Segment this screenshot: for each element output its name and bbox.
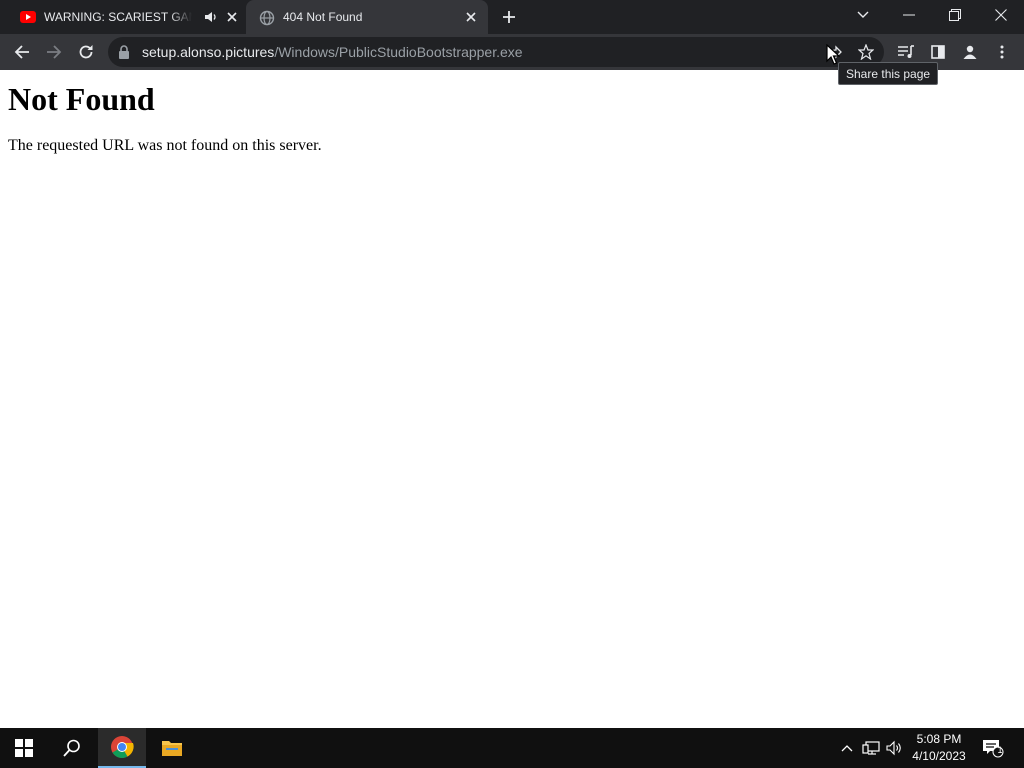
kebab-menu-icon [1000,45,1004,59]
star-icon [858,44,874,60]
new-tab-button[interactable] [498,7,520,27]
taskbar-clock[interactable]: 5:08 PM 4/10/2023 [906,731,972,765]
reload-icon [79,45,93,59]
url-text: setup.alonso.pictures/Windows/PublicStud… [142,44,523,60]
taskbar-file-explorer[interactable] [148,728,196,768]
page-content: Not Found The requested URL was not foun… [0,70,1024,728]
reload-button[interactable] [72,38,100,66]
tab-search-button[interactable] [848,4,878,26]
minimize-button[interactable] [894,4,924,26]
close-icon [995,9,1007,21]
address-bar[interactable]: setup.alonso.pictures/Windows/PublicStud… [108,37,884,67]
tab-404-not-found[interactable]: 404 Not Found [246,0,488,34]
arrow-right-icon [47,45,62,59]
queue-music-icon [898,45,914,58]
lock-icon[interactable] [118,45,132,59]
profile-icon [963,45,977,59]
taskbar: 5:08 PM 4/10/2023 1 [0,728,1024,768]
clock-time: 5:08 PM [916,732,962,746]
search-icon [63,739,80,757]
notification-count: 1 [997,745,1003,755]
chrome-icon [111,736,134,758]
close-icon[interactable] [224,9,240,25]
url-path: /Windows/PublicStudioBootstrapper.exe [274,44,523,60]
windows-logo-icon [15,739,33,757]
arrow-left-icon [14,45,29,59]
restore-icon [949,9,961,21]
taskbar-chrome[interactable] [98,728,146,768]
back-button[interactable] [8,38,36,66]
network-button[interactable] [862,740,880,756]
url-host: setup.alonso.pictures [142,44,275,60]
page-heading: Not Found [8,81,155,117]
chevron-down-icon [857,11,869,18]
tab-youtube[interactable]: WARNING: SCARIEST GAME [0,0,246,34]
clock-date: 4/10/2023 [912,749,966,763]
tab-strip: WARNING: SCARIEST GAME 404 Not Found [0,0,1024,34]
network-icon [862,741,880,755]
volume-icon [886,740,901,756]
close-icon[interactable] [463,9,479,25]
minimize-icon [903,14,915,16]
start-button[interactable] [0,728,48,768]
share-tooltip: Share this page [838,62,939,85]
mouse-cursor-icon [826,44,840,65]
speaker-icon[interactable] [204,10,218,24]
forward-button[interactable] [40,38,68,66]
side-panel-icon [931,45,945,59]
tab-title: 404 Not Found [283,10,363,24]
folder-icon [162,741,182,756]
close-window-button[interactable] [986,4,1016,26]
globe-icon [259,10,275,26]
page-message: The requested URL was not found on this … [8,137,322,154]
search-button[interactable] [48,728,96,768]
tab-title: WARNING: SCARIEST GAME [44,10,192,24]
bookmark-star-button[interactable] [854,40,878,64]
youtube-icon [20,10,36,24]
volume-button[interactable] [886,740,904,756]
action-center-button[interactable]: 1 [978,728,1008,768]
profile-button[interactable] [956,38,984,66]
menu-button[interactable] [988,38,1016,66]
show-hidden-icons-button[interactable] [838,740,856,756]
chevron-up-icon [841,745,853,752]
plus-icon [503,11,515,23]
restore-button[interactable] [940,4,970,26]
